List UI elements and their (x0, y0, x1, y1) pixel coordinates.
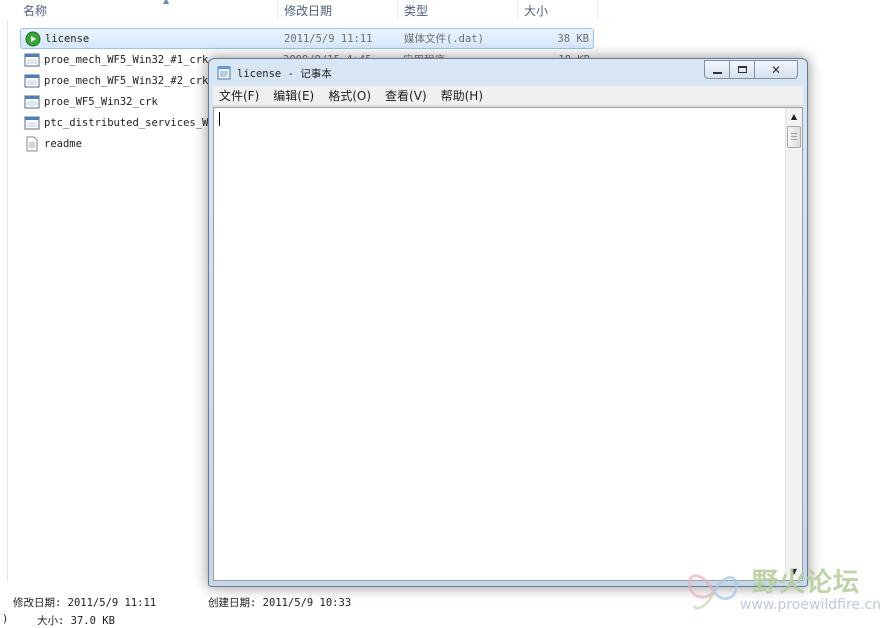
file-type: 媒体文件(.dat) (404, 33, 484, 45)
media-file-icon (25, 31, 41, 47)
column-header-size-label: 大小 (524, 3, 549, 18)
scroll-up-button[interactable]: ▲ (786, 108, 802, 125)
watermark-url: www.proewildfire.cn (740, 597, 882, 613)
scrollbar-thumb[interactable] (787, 126, 801, 148)
close-button[interactable]: ✕ (754, 60, 798, 79)
close-icon: ✕ (770, 62, 782, 77)
minimize-button[interactable] (704, 60, 730, 79)
notepad-window[interactable]: license - 记事本 ✕ 文件(F) 编辑(E) 格式(O) 查看(V) 帮助(H… (208, 58, 808, 587)
minimize-icon (712, 71, 722, 74)
maximize-button[interactable] (729, 60, 755, 79)
column-header-size[interactable]: 大小 (518, 0, 598, 20)
column-header-name-label: 名称 (23, 3, 48, 18)
vertical-scrollbar[interactable]: ▲ ▼ (785, 108, 802, 580)
notepad-title: license - 记事本 (237, 68, 332, 80)
file-row[interactable]: license 2011/5/9 11:11 媒体文件(.dat) 38 KB (20, 28, 594, 49)
application-icon (24, 52, 40, 68)
menu-item-2[interactable]: 格式(O) (322, 87, 377, 104)
column-header-type-label: 类型 (404, 3, 429, 18)
notepad-menu-bar: 文件(F) 编辑(E) 格式(O) 查看(V) 帮助(H) (213, 86, 803, 106)
navigation-pane-divider[interactable] (7, 20, 8, 582)
sort-ascending-icon: ▲ (163, 0, 170, 5)
butterfly-logo-icon (687, 574, 739, 610)
text-document-icon (24, 136, 40, 152)
status-modified-date: 修改日期: 2011/5/9 11:11 (13, 597, 157, 609)
column-header-modified-label: 修改日期 (284, 3, 333, 18)
notepad-title-bar[interactable]: license - 记事本 ✕ (209, 59, 807, 85)
text-caret (219, 112, 220, 126)
file-size: 38 KB (557, 32, 589, 45)
status-created-date: 创建日期: 2011/5/9 10:33 (208, 597, 352, 609)
column-header-type[interactable]: 类型 (398, 0, 518, 20)
file-name: license (45, 32, 90, 45)
notepad-text-area[interactable]: ▲ ▼ (213, 107, 803, 581)
column-header-name[interactable]: 名称 ▲ (20, 0, 278, 20)
maximize-icon (737, 66, 747, 73)
application-icon (24, 94, 40, 110)
notepad-icon (217, 66, 231, 80)
file-modified-date: 2011/5/9 11:11 (284, 32, 373, 45)
column-header-modified[interactable]: 修改日期 (278, 0, 398, 20)
menu-item-1[interactable]: 编辑(E) (267, 87, 320, 104)
menu-item-4[interactable]: 帮助(H) (435, 87, 489, 104)
arrow-up-icon: ▲ (790, 112, 798, 121)
menu-item-3[interactable]: 查看(V) (379, 87, 433, 104)
watermark-title: 野火论坛 (752, 568, 861, 598)
status-size: 大小: 37.0 KB (37, 615, 115, 627)
application-icon (24, 73, 40, 89)
forum-watermark: 野火论坛 www.proewildfire.cn (682, 560, 894, 620)
menu-item-0[interactable]: 文件(F) (213, 87, 265, 104)
status-paren: ) (2, 613, 9, 625)
application-icon (24, 115, 40, 131)
